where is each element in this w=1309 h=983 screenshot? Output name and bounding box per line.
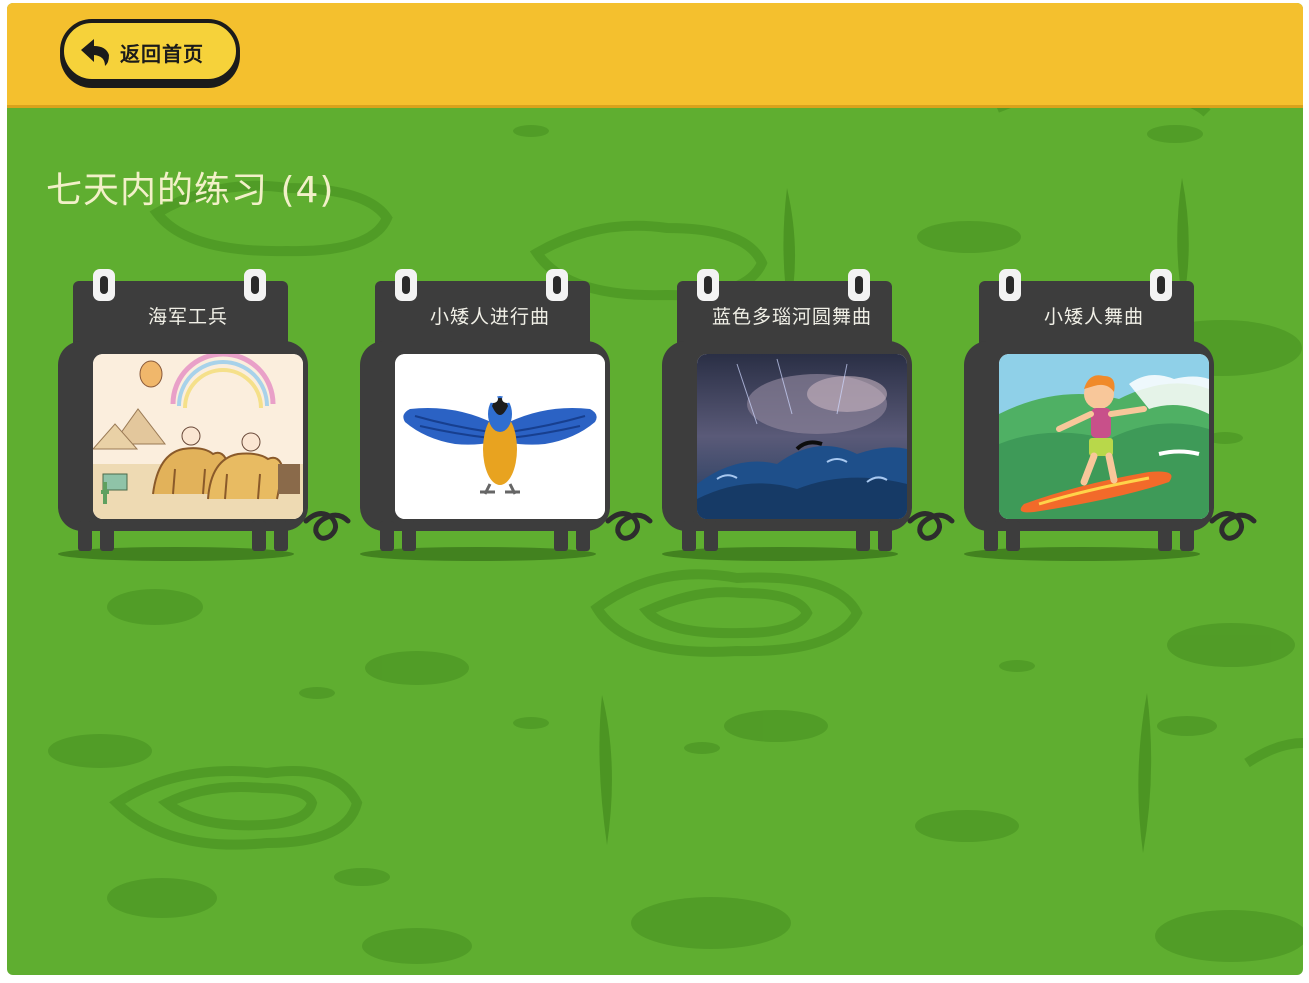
section-title: 七天内的练习 (4)	[46, 170, 335, 211]
stormy-sea-image	[697, 354, 907, 519]
practice-card-1[interactable]: 海军工兵	[58, 266, 358, 566]
back-home-label: 返回首页	[120, 42, 204, 66]
surfer-boy-image	[999, 354, 1209, 519]
card-title: 小矮人进行曲	[429, 306, 550, 328]
back-home-button[interactable]: 返回首页	[60, 19, 240, 83]
card-title: 蓝色多瑙河圆舞曲	[711, 306, 872, 328]
top-bar: 返回首页	[7, 3, 1303, 108]
card-title: 海军工兵	[147, 306, 228, 328]
desert-camels-image	[93, 354, 303, 519]
parrot-image	[395, 354, 605, 519]
practice-card-4[interactable]: 小矮人舞曲	[964, 266, 1264, 566]
practice-card-2[interactable]: 小矮人进行曲	[360, 266, 660, 566]
practice-card-3[interactable]: 蓝色多瑙河圆舞曲	[662, 266, 962, 566]
arrow-left-icon	[81, 39, 109, 66]
card-title: 小矮人舞曲	[1043, 306, 1144, 328]
app-frame: 返回首页 七天内的练习 (4) 海军工兵 小矮人进行曲 蓝色多瑙河圆舞曲 小矮人…	[7, 3, 1303, 975]
